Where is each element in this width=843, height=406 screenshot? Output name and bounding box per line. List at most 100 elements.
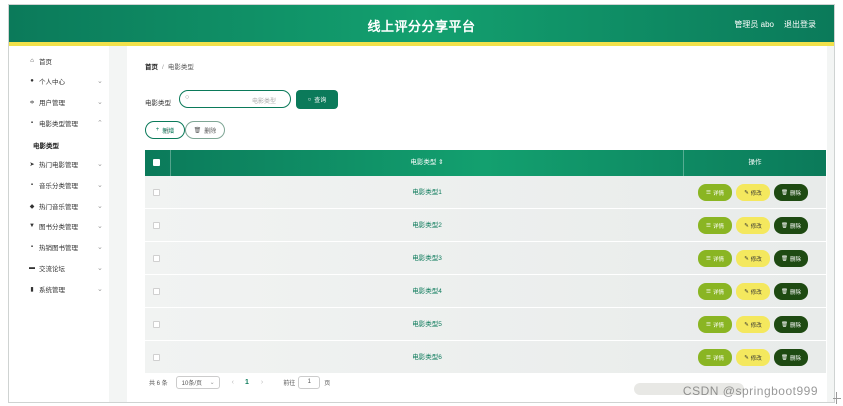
- person-icon: ●: [30, 78, 34, 84]
- sidebar-item-hot-music[interactable]: ◆ 热门音乐管理 ⌄: [9, 199, 109, 213]
- search-icon: ○: [307, 96, 312, 103]
- batch-delete-label: 删除: [204, 128, 217, 135]
- detail-button[interactable]: ☰ 详情: [698, 184, 732, 201]
- total-count: 共 6 条: [149, 381, 168, 387]
- chevron-down-icon: ⌄: [97, 265, 103, 272]
- row-checkbox[interactable]: [153, 354, 160, 361]
- trash-icon: 🗑︎: [781, 354, 788, 361]
- chevron-down-icon: ⌄: [97, 223, 103, 230]
- delete-button[interactable]: 🗑︎ 删除: [774, 217, 808, 234]
- logout-link[interactable]: 退出登录: [784, 19, 816, 30]
- breadcrumb-home[interactable]: 首页: [145, 64, 158, 71]
- trash-icon: 🗑︎: [193, 127, 202, 134]
- row-checkbox[interactable]: [153, 255, 160, 262]
- page-size-select[interactable]: 10条/页 ⌄: [175, 376, 220, 389]
- movie-type-cell: 电影类型3: [412, 255, 442, 262]
- detail-button[interactable]: ☰ 详情: [698, 349, 732, 366]
- table-row: 电影类型4 ☰ 详情 ✎ 修改 🗑︎ 删除: [145, 275, 826, 308]
- next-page-button[interactable]: ›: [261, 379, 263, 386]
- column-header-movie-type[interactable]: 电影类型 ⇕: [170, 150, 684, 176]
- pagination: 共 6 条 10条/页 ⌄ ‹ 1 › 前往 1 页: [149, 376, 330, 389]
- edit-label: 修改: [750, 190, 762, 197]
- pencil-icon: ✎: [744, 354, 749, 361]
- movie-type-cell: 电影类型6: [412, 354, 442, 361]
- window-edge-mark: [833, 398, 841, 399]
- edit-label: 修改: [750, 322, 762, 329]
- app-window: 线上评分分享平台 管理员 abo 退出登录 ⌂ 首页 ● 个人中心 ⌄ ≑ 用户…: [8, 4, 835, 403]
- delete-button[interactable]: 🗑︎ 删除: [774, 349, 808, 366]
- table-row: 电影类型2 ☰ 详情 ✎ 修改 🗑︎ 删除: [145, 209, 826, 242]
- current-user[interactable]: 管理员 abo: [734, 19, 774, 30]
- chevron-down-icon: ⌄: [97, 203, 103, 210]
- sidebar-item-music-category[interactable]: ▪ 音乐分类管理 ⌄: [9, 178, 109, 192]
- sidebar-item-movie-type-management[interactable]: ▪ 电影类型管理 ⌃: [9, 116, 109, 130]
- sidebar-item-system-management[interactable]: ▮ 系统管理 ⌄: [9, 282, 109, 296]
- sidebar-subitem-movie-type[interactable]: 电影类型: [33, 140, 59, 150]
- sidebar-item-personal-center[interactable]: ● 个人中心 ⌄: [9, 74, 109, 88]
- search-input[interactable]: ○ 电影类型: [179, 90, 291, 108]
- movie-type-cell: 电影类型2: [412, 222, 442, 229]
- home-icon: ⌂: [30, 58, 34, 64]
- trophy-icon: ▼: [29, 223, 35, 229]
- delete-label: 删除: [789, 223, 801, 230]
- location-icon: ◆: [29, 203, 35, 210]
- plus-icon: +: [155, 127, 160, 133]
- sidebar-item-label: 用户管理: [39, 100, 65, 107]
- list-icon: ☰: [706, 354, 711, 361]
- main-content: 首页 / 电影类型 电影类型 ○ 电影类型 ○ 查询 + 新增 🗑︎ 删除 ☝︎ 电…: [127, 46, 827, 402]
- delete-button[interactable]: 🗑︎ 删除: [774, 184, 808, 201]
- sidebar-item-user-management[interactable]: ≑ 用户管理 ⌄: [9, 95, 109, 109]
- grid-icon: ▪: [30, 120, 34, 126]
- select-all-checkbox[interactable]: [153, 159, 160, 166]
- sidebar-item-hot-movies[interactable]: ➤ 热门电影管理 ⌄: [9, 157, 109, 171]
- pencil-icon: ✎: [744, 255, 749, 262]
- delete-label: 删除: [789, 256, 801, 263]
- delete-button[interactable]: 🗑︎ 删除: [774, 283, 808, 300]
- delete-button[interactable]: 🗑︎ 删除: [774, 316, 808, 333]
- data-table: 电影类型 ⇕ 操作 电影类型1 ☰ 详情 ✎ 修改 🗑︎ 删除 电影类型2 ☰ 详情 ✎…: [145, 150, 826, 374]
- list-icon: ☰: [706, 189, 711, 196]
- delete-button[interactable]: 🗑︎ 删除: [774, 250, 808, 267]
- sidebar-item-hot-books[interactable]: ▪ 热销图书管理 ⌄: [9, 240, 109, 254]
- edit-button[interactable]: ✎ 修改: [736, 349, 770, 366]
- row-checkbox[interactable]: [153, 321, 160, 328]
- detail-button[interactable]: ☰ 详情: [698, 250, 732, 267]
- batch-delete-button[interactable]: 🗑︎ 删除: [185, 121, 225, 139]
- delete-label: 删除: [789, 322, 801, 329]
- breadcrumb-separator: /: [162, 64, 164, 71]
- row-actions: ☰ 详情 ✎ 修改 🗑︎ 删除: [698, 283, 808, 300]
- page-suffix: 页: [324, 381, 331, 387]
- edit-button[interactable]: ✎ 修改: [736, 250, 770, 267]
- query-button[interactable]: ○ 查询: [296, 90, 338, 109]
- edit-button[interactable]: ✎ 修改: [736, 217, 770, 234]
- edit-button[interactable]: ✎ 修改: [736, 316, 770, 333]
- edit-button[interactable]: ✎ 修改: [736, 184, 770, 201]
- detail-button[interactable]: ☰ 详情: [698, 283, 732, 300]
- column-header-actions: 操作: [748, 159, 762, 166]
- row-actions: ☰ 详情 ✎ 修改 🗑︎ 删除: [698, 217, 808, 234]
- chevron-down-icon: ⌄: [97, 78, 103, 85]
- trash-icon: 🗑︎: [781, 222, 788, 229]
- breadcrumb: 首页 / 电影类型: [145, 61, 194, 71]
- edit-button[interactable]: ✎ 修改: [736, 283, 770, 300]
- sidebar-item-forum[interactable]: ▬ 交流论坛 ⌄: [9, 261, 109, 275]
- detail-label: 详情: [712, 223, 724, 230]
- row-checkbox[interactable]: [153, 222, 160, 229]
- edit-label: 修改: [750, 256, 762, 263]
- sidebar-item-home[interactable]: ⌂ 首页: [9, 54, 109, 68]
- goto-page-input[interactable]: 1: [298, 376, 321, 389]
- sidebar-item-label: 交流论坛: [39, 266, 65, 273]
- detail-label: 详情: [712, 355, 724, 362]
- detail-button[interactable]: ☰ 详情: [698, 316, 732, 333]
- prev-page-button[interactable]: ‹: [232, 379, 234, 386]
- current-page[interactable]: 1: [245, 379, 249, 386]
- row-checkbox[interactable]: [153, 189, 160, 196]
- list-icon: ☰: [706, 255, 711, 262]
- trash-icon: 🗑︎: [781, 255, 788, 262]
- table-row: 电影类型1 ☰ 详情 ✎ 修改 🗑︎ 删除: [145, 176, 826, 209]
- movie-type-cell: 电影类型1: [412, 189, 442, 196]
- sidebar-item-book-category[interactable]: ▼ 图书分类管理 ⌄: [9, 219, 109, 233]
- detail-button[interactable]: ☰ 详情: [698, 217, 732, 234]
- row-checkbox[interactable]: [153, 288, 160, 295]
- delete-label: 删除: [789, 289, 801, 296]
